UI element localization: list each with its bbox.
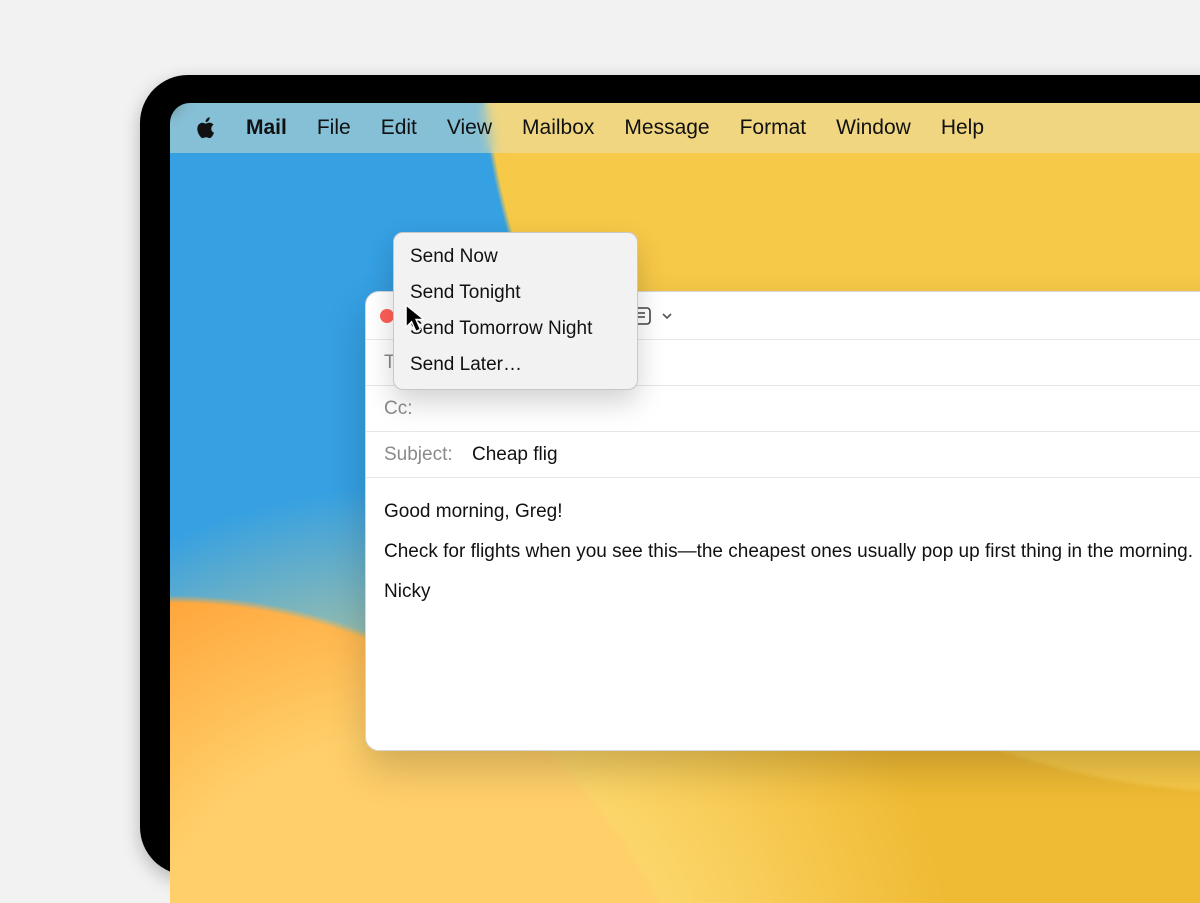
menu-item-send-tonight[interactable]: Send Tonight bbox=[394, 275, 637, 311]
menu-mailbox[interactable]: Mailbox bbox=[522, 116, 594, 140]
menu-help[interactable]: Help bbox=[941, 116, 984, 140]
menu-file[interactable]: File bbox=[317, 116, 351, 140]
body-line: Nicky bbox=[384, 574, 1200, 610]
menu-message[interactable]: Message bbox=[624, 116, 709, 140]
menu-window[interactable]: Window bbox=[836, 116, 911, 140]
apple-menu-icon[interactable] bbox=[196, 116, 216, 140]
menu-item-send-later[interactable]: Send Later… bbox=[394, 347, 637, 383]
message-body[interactable]: Good morning, Greg! Check for flights wh… bbox=[366, 478, 1200, 630]
mouse-cursor-icon bbox=[405, 304, 427, 335]
body-line: Good morning, Greg! bbox=[384, 494, 1200, 530]
menu-edit[interactable]: Edit bbox=[381, 116, 417, 140]
subject-value[interactable]: Cheap flig bbox=[472, 444, 558, 466]
chevron-down-icon[interactable] bbox=[660, 309, 674, 323]
system-menubar: Mail File Edit View Mailbox Message Form… bbox=[170, 103, 1200, 153]
subject-label: Subject: bbox=[384, 444, 472, 466]
menu-item-send-tomorrow-night[interactable]: Send Tomorrow Night bbox=[394, 311, 637, 347]
menu-item-send-now[interactable]: Send Now bbox=[394, 239, 637, 275]
body-line: Check for flights when you see this—the … bbox=[384, 534, 1200, 570]
subject-row[interactable]: Subject: Cheap flig bbox=[366, 432, 1200, 478]
cc-row[interactable]: Cc: bbox=[366, 386, 1200, 432]
menu-view[interactable]: View bbox=[447, 116, 492, 140]
screen: Mail File Edit View Mailbox Message Form… bbox=[170, 103, 1200, 903]
cc-label: Cc: bbox=[384, 398, 472, 420]
menu-format[interactable]: Format bbox=[740, 116, 807, 140]
close-button[interactable] bbox=[380, 309, 394, 323]
send-later-menu: Send Now Send Tonight Send Tomorrow Nigh… bbox=[393, 232, 638, 390]
app-menu[interactable]: Mail bbox=[246, 116, 287, 140]
